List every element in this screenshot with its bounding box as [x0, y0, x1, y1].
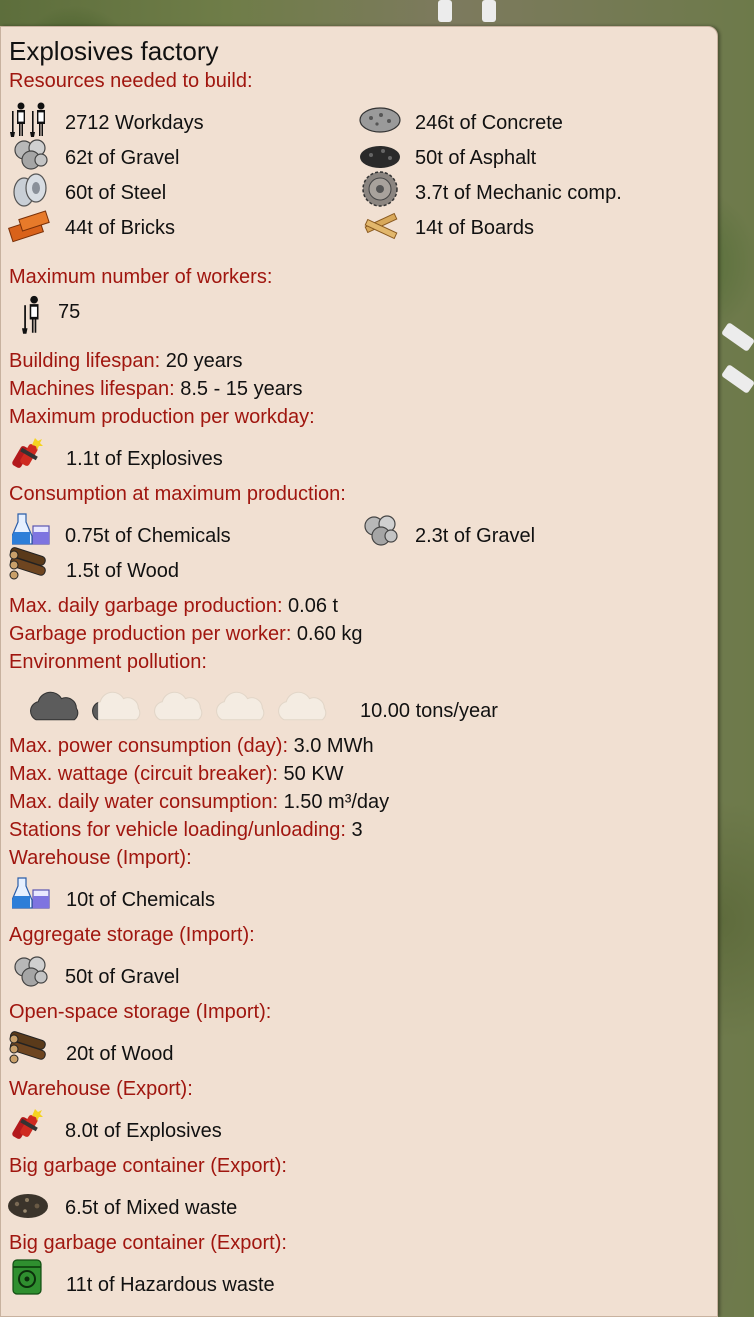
storage-item: 10t of Chemicals: [66, 889, 215, 911]
consumption-wood: 1.5t of Wood: [66, 560, 180, 582]
storage-item: 11t of Hazardous waste: [66, 1274, 275, 1296]
gear-icon: [362, 171, 398, 207]
pollution-cloud-icon: [216, 691, 265, 721]
gravel-icon: [14, 139, 48, 170]
wattage: Max. wattage (circuit breaker): 50 KW: [9, 763, 344, 785]
consumption-header: Consumption at maximum production:: [9, 483, 346, 505]
mixed-waste-icon: [8, 1194, 48, 1218]
building-lifespan: Building lifespan: 20 years: [9, 350, 243, 372]
gravel-icon: [364, 515, 398, 546]
pollution-cloud-icon: [154, 691, 203, 721]
water-consumption: Max. daily water consumption: 1.50 m³/da…: [9, 791, 390, 813]
storage-header: Big garbage container (Export):: [9, 1155, 287, 1177]
max-workers-header: Maximum number of workers:: [9, 266, 273, 288]
concrete-icon: [359, 107, 401, 133]
resource-mechanic-comp: 3.7t of Mechanic comp.: [415, 182, 622, 204]
resource-bricks: 44t of Bricks: [65, 217, 176, 239]
max-workers-value: 75: [58, 301, 81, 323]
storage-item: 6.5t of Mixed waste: [65, 1197, 238, 1219]
storage-header: Big garbage container (Export):: [9, 1232, 287, 1254]
resource-concrete: 246t of Concrete: [415, 112, 563, 134]
explosives-icon: [11, 1109, 44, 1141]
explosives-icon: [11, 438, 44, 470]
resource-gravel: 62t of Gravel: [65, 147, 180, 169]
max-production-header: Maximum production per workday:: [9, 406, 315, 428]
storage-header: Open-space storage (Import):: [9, 1001, 272, 1023]
worker-icon: [21, 295, 40, 335]
chemicals-icon: [12, 877, 50, 909]
production-explosives: 1.1t of Explosives: [66, 448, 223, 470]
chemicals-icon: [12, 513, 50, 545]
resources-header: Resources needed to build:: [9, 70, 253, 92]
steel-icon: [13, 173, 47, 207]
workers-icon: [9, 102, 46, 138]
consumption-gravel: 2.3t of Gravel: [415, 525, 536, 547]
asphalt-icon: [360, 146, 400, 168]
machines-lifespan: Machines lifespan: 8.5 - 15 years: [9, 378, 303, 400]
hazardous-waste-icon: [12, 1259, 42, 1295]
resource-asphalt: 50t of Asphalt: [415, 147, 537, 169]
building-title: Explosives factory: [9, 36, 219, 66]
storage-item: 50t of Gravel: [65, 966, 180, 988]
bricks-icon: [8, 210, 50, 243]
loading-stations: Stations for vehicle loading/unloading: …: [9, 819, 363, 841]
pollution-cloud-icon: [278, 691, 327, 721]
wood-icon: [8, 1030, 47, 1064]
boards-icon: [364, 213, 398, 239]
storage-header: Warehouse (Export):: [9, 1078, 193, 1100]
storage-item: 8.0t of Explosives: [65, 1120, 222, 1142]
resource-steel: 60t of Steel: [65, 182, 167, 204]
storage-item: 20t of Wood: [66, 1043, 174, 1065]
resource-workdays: 2712 Workdays: [65, 112, 204, 134]
pollution-value: 10.00 tons/year: [360, 700, 498, 722]
garbage-daily: Max. daily garbage production: 0.06 t: [9, 595, 339, 617]
pollution-cloud-icon: [30, 691, 79, 721]
pollution-header: Environment pollution:: [9, 651, 207, 673]
pollution-cloud-icon: [92, 691, 141, 721]
resource-boards: 14t of Boards: [415, 217, 534, 239]
garbage-per-worker: Garbage production per worker: 0.60 kg: [9, 623, 363, 645]
wood-icon: [8, 546, 47, 580]
storage-header: Aggregate storage (Import):: [9, 924, 255, 946]
road-marking: [438, 0, 452, 22]
storage-header: Warehouse (Import):: [9, 847, 192, 869]
power-consumption: Max. power consumption (day): 3.0 MWh: [9, 735, 374, 757]
consumption-chemicals: 0.75t of Chemicals: [65, 525, 231, 547]
gravel-icon: [14, 956, 48, 987]
road-marking: [482, 0, 496, 22]
